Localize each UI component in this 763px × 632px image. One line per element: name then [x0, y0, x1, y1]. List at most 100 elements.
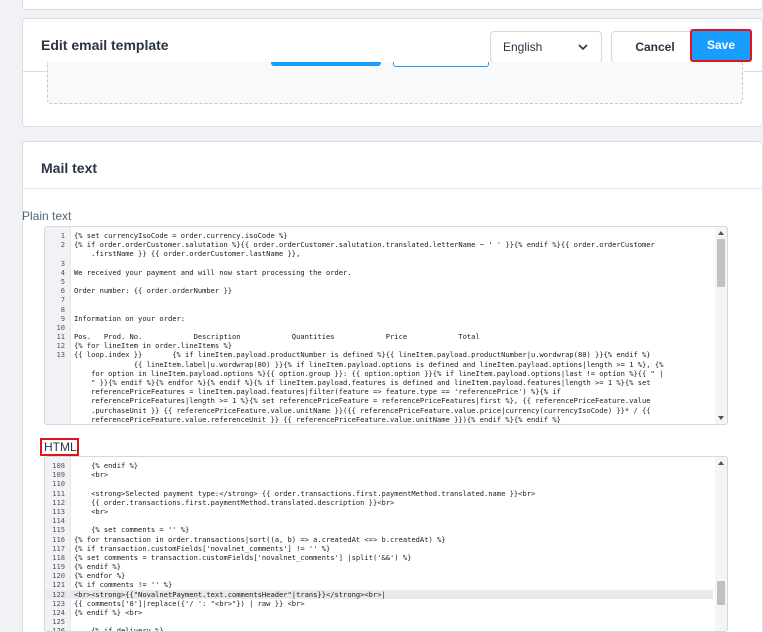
code-line[interactable]: 7 — [45, 295, 713, 304]
code-text[interactable]: .firstName }} {{ order.orderCustomer.las… — [69, 249, 713, 258]
code-text[interactable]: {% endif %} — [69, 562, 713, 571]
scroll-up-arrow-icon[interactable] — [718, 461, 724, 465]
code-text[interactable]: {% endif %} — [69, 461, 713, 470]
code-line[interactable]: .firstName }} {{ order.orderCustomer.las… — [45, 249, 713, 258]
code-text[interactable]: {% if transaction.customFields['novalnet… — [69, 544, 713, 553]
code-text[interactable]: " }}{% endif %}{% endfor %}{% endif %}{%… — [69, 378, 713, 387]
code-line[interactable]: 121 {% if comments != '' %} — [45, 580, 713, 589]
code-line[interactable]: 120 {% endfor %} — [45, 571, 713, 580]
code-line[interactable]: 108 {% endif %} — [45, 461, 713, 470]
code-line[interactable]: 124 {% endif %} <br> — [45, 608, 713, 617]
code-text[interactable]: {% for lineItem in order.lineItems %} — [69, 341, 713, 350]
code-line[interactable]: 4 We received your payment and will now s… — [45, 268, 713, 277]
code-text[interactable] — [69, 323, 713, 332]
code-text[interactable]: {{ loop.index }} {% if lineItem.payload.… — [69, 350, 713, 359]
code-line[interactable]: 114 — [45, 516, 713, 525]
save-button[interactable]: Save — [690, 29, 752, 62]
code-text[interactable]: {{ comments['0']|replace({'/ ': "<br>"})… — [69, 599, 713, 608]
scrollbar-thumb[interactable] — [717, 239, 725, 287]
upload-url-button[interactable] — [393, 62, 489, 67]
code-text[interactable] — [69, 516, 713, 525]
code-text[interactable]: {% for transaction in order.transactions… — [69, 535, 713, 544]
code-line[interactable]: 126 {% if delivery %} — [45, 626, 713, 631]
code-line[interactable]: .purchaseUnit }} {{ referencePriceFeatur… — [45, 406, 713, 415]
code-line[interactable]: 118 {% set comments = transaction.customF… — [45, 553, 713, 562]
upload-button[interactable] — [271, 62, 381, 66]
code-text[interactable]: {% set currencyIsoCode = order.currency.… — [69, 231, 713, 240]
code-text[interactable]: We received your payment and will now st… — [69, 268, 713, 277]
code-line[interactable]: 125 — [45, 617, 713, 626]
code-line[interactable]: 2 {% if order.orderCustomer.salutation %}… — [45, 240, 713, 249]
html-editor-scrollbar[interactable] — [715, 457, 727, 631]
code-text[interactable]: {% set comments = '' %} — [69, 525, 713, 534]
code-text[interactable]: {% endif %} <br> — [69, 608, 713, 617]
scroll-down-arrow-icon[interactable] — [718, 416, 724, 420]
code-line[interactable]: 11 Pos. Prod. No. Description Quantities … — [45, 332, 713, 341]
code-line[interactable]: referencePriceFeatures = lineItem.payloa… — [45, 387, 713, 396]
code-text[interactable]: referencePriceFeatures = lineItem.payloa… — [69, 387, 713, 396]
code-text[interactable] — [69, 277, 713, 286]
code-text[interactable]: <br> — [69, 507, 713, 516]
code-line[interactable]: 122 <br><strong>{{"NovalnetPayment.text.c… — [45, 589, 713, 599]
code-text[interactable]: Pos. Prod. No. Description Quantities Pr… — [69, 332, 713, 341]
code-text[interactable]: {% endfor %} — [69, 571, 713, 580]
code-line[interactable]: 3 — [45, 259, 713, 268]
code-line[interactable]: 9 Information on your order: — [45, 314, 713, 323]
code-line[interactable]: for option in lineItem.payload.options %… — [45, 369, 713, 378]
code-text[interactable]: <strong>Selected payment type:</strong> … — [69, 489, 713, 498]
code-line[interactable]: 115 {% set comments = '' %} — [45, 525, 713, 534]
code-text[interactable]: {% if order.orderCustomer.salutation %}{… — [69, 240, 713, 249]
code-text[interactable]: referencePriceFeatures|length >= 1 %}{% … — [69, 396, 713, 405]
code-text[interactable]: <br><strong>{{"NovalnetPayment.text.comm… — [69, 590, 713, 599]
code-line[interactable]: 116 {% for transaction in order.transacti… — [45, 535, 713, 544]
line-number — [45, 396, 69, 405]
code-line[interactable]: 109 <br> — [45, 470, 713, 479]
code-line[interactable]: 123 {{ comments['0']|replace({'/ ': "<br>… — [45, 599, 713, 608]
plain-editor-scrollbar[interactable] — [715, 227, 727, 424]
code-text[interactable]: {{ order.transactions.first.paymentMetho… — [69, 498, 713, 507]
code-text[interactable]: {{ lineItem.quantity }} {{ lineItem.unit… — [69, 424, 713, 425]
code-line[interactable]: 1 {% set currencyIsoCode = order.currency… — [45, 231, 713, 240]
code-line[interactable]: {{ lineItem.label|u.wordwrap(80) }}{% if… — [45, 360, 713, 369]
code-text[interactable] — [69, 259, 713, 268]
code-line[interactable]: 10 — [45, 323, 713, 332]
code-text[interactable]: referencePriceFeature.value.referenceUni… — [69, 415, 713, 424]
scroll-up-arrow-icon[interactable] — [718, 231, 724, 235]
code-text[interactable]: {{ lineItem.label|u.wordwrap(80) }}{% if… — [69, 360, 713, 369]
code-line[interactable]: 119 {% endif %} — [45, 562, 713, 571]
upload-dropzone[interactable] — [47, 62, 743, 104]
plain-code-lines[interactable]: 1 {% set currencyIsoCode = order.currency… — [45, 231, 713, 425]
code-text[interactable]: {% if delivery %} — [69, 626, 713, 631]
code-text[interactable]: .purchaseUnit }} {{ referencePriceFeatur… — [69, 406, 713, 415]
scrollbar-thumb[interactable] — [717, 581, 725, 605]
code-line[interactable]: 12 {% for lineItem in order.lineItems %} — [45, 341, 713, 350]
code-text[interactable] — [69, 479, 713, 488]
code-text[interactable]: {% set comments = transaction.customFiel… — [69, 553, 713, 562]
code-text[interactable] — [69, 305, 713, 314]
code-text[interactable]: <br> — [69, 470, 713, 479]
code-line[interactable]: 13 {{ loop.index }} {% if lineItem.payloa… — [45, 350, 713, 359]
code-line[interactable]: referencePriceFeatures|length >= 1 %}{% … — [45, 396, 713, 405]
html-editor[interactable]: 108 {% endif %} 109 <br> 110 111 <strong>Se… — [44, 456, 728, 632]
code-line[interactable]: 111 <strong>Selected payment type:</stro… — [45, 489, 713, 498]
code-line[interactable]: 14 {{ lineItem.quantity }} {{ lineItem.u… — [45, 424, 713, 425]
code-text[interactable]: {% if comments != '' %} — [69, 580, 713, 589]
code-line[interactable]: 5 — [45, 277, 713, 286]
code-text[interactable] — [69, 295, 713, 304]
code-line[interactable]: 112 {{ order.transactions.first.paymentM… — [45, 498, 713, 507]
code-text[interactable]: Information on your order: — [69, 314, 713, 323]
code-text[interactable]: for option in lineItem.payload.options %… — [69, 369, 713, 378]
plain-text-editor[interactable]: 1 {% set currencyIsoCode = order.currency… — [44, 226, 728, 425]
code-line[interactable]: 113 <br> — [45, 507, 713, 516]
code-line[interactable]: " }}{% endif %}{% endfor %}{% endif %}{%… — [45, 378, 713, 387]
code-text[interactable]: Order number: {{ order.orderNumber }} — [69, 286, 713, 295]
code-line[interactable]: 110 — [45, 479, 713, 488]
code-line[interactable]: referencePriceFeature.value.referenceUni… — [45, 415, 713, 424]
html-code-lines[interactable]: 108 {% endif %} 109 <br> 110 111 <strong>Se… — [45, 461, 713, 631]
cancel-button[interactable]: Cancel — [611, 31, 699, 63]
code-line[interactable]: 6 Order number: {{ order.orderNumber }} — [45, 286, 713, 295]
code-line[interactable]: 117 {% if transaction.customFields['noval… — [45, 544, 713, 553]
language-select[interactable]: English — [490, 31, 602, 63]
code-text[interactable] — [69, 617, 713, 626]
code-line[interactable]: 8 — [45, 305, 713, 314]
